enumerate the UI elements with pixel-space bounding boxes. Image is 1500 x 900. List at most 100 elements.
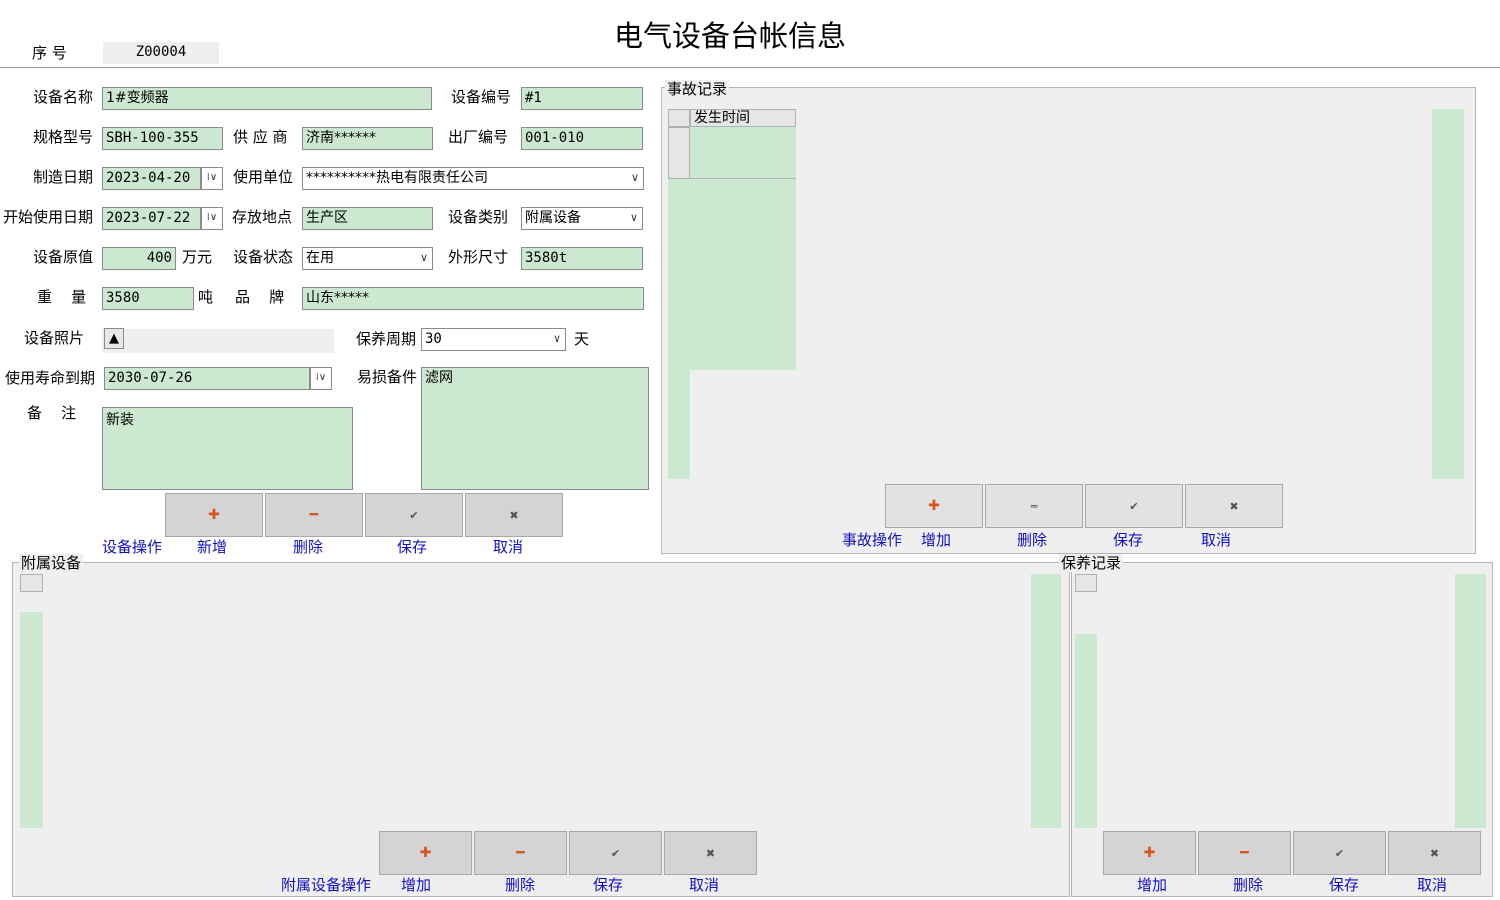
remarks-textarea[interactable]: 新装 — [102, 407, 353, 490]
start-date-field[interactable]: 2023-07-22 — [102, 207, 201, 230]
device-delete-button[interactable]: ━ — [265, 493, 363, 537]
accident-save-button[interactable]: ✔ — [1085, 484, 1183, 528]
accident-add-link[interactable]: 增加 — [921, 530, 951, 550]
accident-grid-corner — [668, 109, 690, 127]
accident-cancel-link[interactable]: 取消 — [1201, 530, 1231, 550]
unit-value: **********热电有限责任公司 — [306, 170, 488, 186]
attached-scrollbar[interactable] — [1031, 574, 1061, 828]
spares-label: 易损备件 — [357, 368, 418, 386]
device-save-button[interactable]: ✔ — [365, 493, 463, 537]
location-field[interactable]: 生产区 — [302, 207, 433, 230]
attached-delete-button[interactable]: ━ — [474, 831, 567, 875]
maintenance-cancel-button[interactable]: ✖ — [1388, 831, 1481, 875]
brand-field[interactable]: 山东***** — [302, 287, 644, 310]
weight-field[interactable]: 3580 — [102, 287, 194, 310]
supplier-field[interactable]: 济南****** — [302, 127, 433, 150]
attached-panel-title: 附属设备 — [19, 554, 84, 572]
mfg-date-label: 制造日期 — [33, 168, 94, 186]
life-end-picker-button[interactable]: ⁞∨ — [310, 367, 332, 390]
maint-cycle-value: 30 — [425, 331, 442, 347]
attached-cancel-button[interactable]: ✖ — [664, 831, 757, 875]
plus-icon: ✚ — [1143, 845, 1156, 861]
check-icon: ✔ — [610, 847, 621, 860]
chevron-down-icon: ∨ — [419, 251, 429, 264]
maintenance-grid-row-header — [1075, 634, 1097, 828]
device-delete-link[interactable]: 删除 — [293, 537, 323, 557]
start-date-label: 开始使用日期 — [3, 208, 94, 226]
device-name-field[interactable]: 1#变频器 — [102, 87, 432, 110]
attached-save-link[interactable]: 保存 — [593, 875, 623, 895]
status-select[interactable]: 在用 ∨ — [302, 247, 433, 270]
factory-no-field[interactable]: 001-010 — [521, 127, 643, 150]
attached-cancel-link[interactable]: 取消 — [689, 875, 719, 895]
brand-label: 品 牌 — [235, 288, 285, 306]
mfg-date-field[interactable]: 2023-04-20 — [102, 167, 201, 190]
accident-row-selector[interactable] — [668, 127, 690, 179]
location-label: 存放地点 — [232, 208, 293, 226]
photo-upload-button[interactable]: ▲ — [104, 328, 124, 349]
maintenance-add-button[interactable]: ✚ — [1103, 831, 1196, 875]
photo-box — [102, 329, 334, 353]
maint-cycle-unit: 天 — [574, 330, 590, 348]
maintenance-grid-corner — [1075, 574, 1097, 592]
spares-textarea[interactable]: 滤网 — [421, 367, 649, 490]
triangle-up-icon: ▲ — [109, 331, 119, 346]
maintenance-scrollbar[interactable] — [1455, 574, 1486, 828]
device-add-link[interactable]: 新增 — [197, 537, 227, 557]
maintenance-delete-link[interactable]: 删除 — [1233, 875, 1263, 895]
accident-cancel-button[interactable]: ✖ — [1185, 484, 1283, 528]
device-cancel-button[interactable]: ✖ — [465, 493, 563, 537]
accident-delete-button[interactable]: ═ — [985, 484, 1083, 528]
mfg-date-picker-button[interactable]: ⁞∨ — [201, 167, 223, 190]
model-label: 规格型号 — [33, 128, 94, 146]
model-field[interactable]: SBH-100-355 — [102, 127, 223, 150]
page-title: 电气设备台帐信息 — [613, 19, 846, 53]
accident-save-link[interactable]: 保存 — [1113, 530, 1143, 550]
unit-select[interactable]: **********热电有限责任公司 ∨ — [302, 167, 644, 190]
attached-save-button[interactable]: ✔ — [569, 831, 662, 875]
maintenance-add-link[interactable]: 增加 — [1137, 875, 1167, 895]
plus-icon: ✚ — [419, 845, 432, 861]
size-field[interactable]: 3580t — [521, 247, 643, 270]
chevron-down-icon: ⁞∨ — [206, 172, 218, 183]
accident-add-button[interactable]: ✚ — [885, 484, 983, 528]
maintenance-delete-button[interactable]: ━ — [1198, 831, 1291, 875]
device-ops-label: 设备操作 — [102, 538, 163, 556]
serial-value: Z00004 — [103, 42, 219, 64]
maintenance-save-link[interactable]: 保存 — [1329, 875, 1359, 895]
plus-icon: ✚ — [928, 498, 940, 514]
device-cancel-link[interactable]: 取消 — [493, 537, 523, 557]
attached-grid-corner — [20, 574, 43, 592]
device-code-field[interactable]: #1 — [521, 87, 643, 110]
chevron-down-icon: ∨ — [629, 211, 639, 224]
factory-no-label: 出厂编号 — [448, 128, 509, 146]
check-icon: ✔ — [409, 509, 419, 522]
attached-ops-label: 附属设备操作 — [281, 876, 372, 894]
attached-add-button[interactable]: ✚ — [379, 831, 472, 875]
accident-scrollbar[interactable] — [1432, 109, 1464, 479]
size-label: 外形尺寸 — [448, 248, 509, 266]
device-save-link[interactable]: 保存 — [397, 537, 427, 557]
header-divider — [0, 67, 1500, 68]
x-icon: ✖ — [705, 847, 716, 860]
attached-delete-link[interactable]: 删除 — [505, 875, 535, 895]
maint-cycle-select[interactable]: 30 ∨ — [421, 328, 566, 351]
start-date-picker-button[interactable]: ⁞∨ — [201, 207, 223, 230]
chevron-down-icon: ∨ — [553, 332, 561, 345]
accident-row-divider — [690, 178, 796, 179]
check-icon: ✔ — [1334, 847, 1345, 860]
unit-label: 使用单位 — [233, 168, 294, 186]
value-field[interactable]: 400 — [102, 247, 176, 270]
attached-add-link[interactable]: 增加 — [401, 875, 431, 895]
x-icon: ✖ — [1429, 847, 1440, 860]
status-value: 在用 — [306, 250, 334, 266]
accident-column-header[interactable]: 发生时间 — [690, 109, 796, 127]
maintenance-cancel-link[interactable]: 取消 — [1417, 875, 1447, 895]
device-add-button[interactable]: ✚ — [165, 493, 263, 537]
life-end-field[interactable]: 2030-07-26 — [104, 367, 310, 390]
status-label: 设备状态 — [233, 248, 294, 266]
accident-delete-link[interactable]: 删除 — [1017, 530, 1047, 550]
photo-label: 设备照片 — [24, 329, 85, 347]
category-select[interactable]: 附属设备 ∨ — [521, 207, 643, 230]
maintenance-save-button[interactable]: ✔ — [1293, 831, 1386, 875]
